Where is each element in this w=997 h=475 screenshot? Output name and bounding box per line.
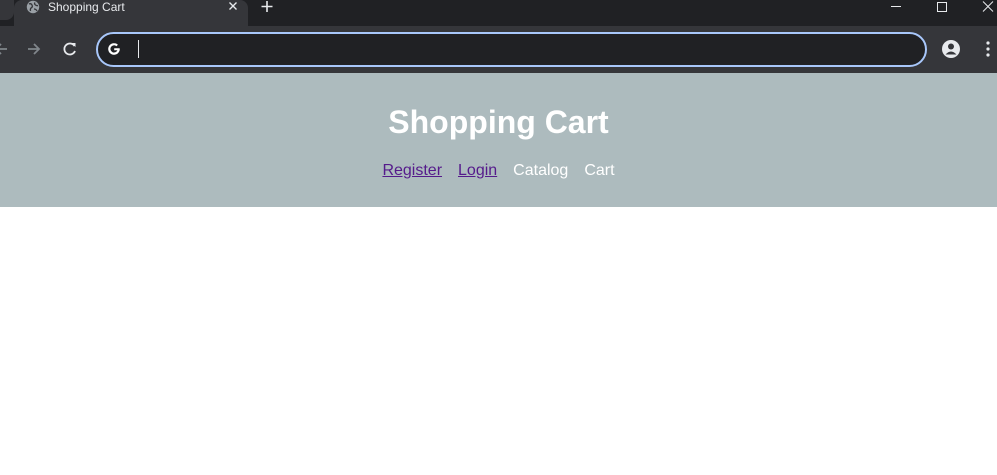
address-input[interactable] [136,38,896,60]
forward-icon[interactable] [24,39,44,59]
close-window-icon [982,1,994,12]
browser-window: Shopping Cart Shopping Cart Register Log… [0,0,997,475]
minimize-icon [891,6,901,7]
maximize-button[interactable] [918,0,964,14]
page-title: Shopping Cart [388,104,609,140]
globe-icon [26,0,40,14]
close-icon[interactable] [226,0,240,14]
tab-title: Shopping Cart [48,0,125,14]
nav-login-link[interactable]: Login [458,161,497,181]
close-window-button[interactable] [964,0,997,14]
nav-cart-item[interactable]: Cart [584,161,614,181]
text-caret [138,40,139,58]
nav-register-link[interactable]: Register [382,161,442,181]
main-nav: Register Login Catalog Cart [0,161,997,181]
profile-icon[interactable] [941,39,961,59]
previous-tab-edge[interactable] [0,0,14,20]
minimize-button[interactable] [872,0,918,14]
back-icon[interactable] [0,39,12,59]
address-bar[interactable] [96,32,927,67]
tab-strip: Shopping Cart [0,0,997,26]
tab-shopping-cart[interactable]: Shopping Cart [14,0,248,26]
google-g-icon [106,41,122,57]
site-header: Shopping Cart Register Login Catalog Cart [0,73,997,207]
reload-icon[interactable] [60,39,80,59]
browser-toolbar [0,26,997,73]
page-viewport: Shopping Cart Register Login Catalog Cart [0,73,997,475]
new-tab-icon[interactable] [259,0,275,14]
maximize-icon [937,2,947,12]
nav-catalog-item[interactable]: Catalog [513,161,568,181]
kebab-menu-icon[interactable] [979,39,997,59]
